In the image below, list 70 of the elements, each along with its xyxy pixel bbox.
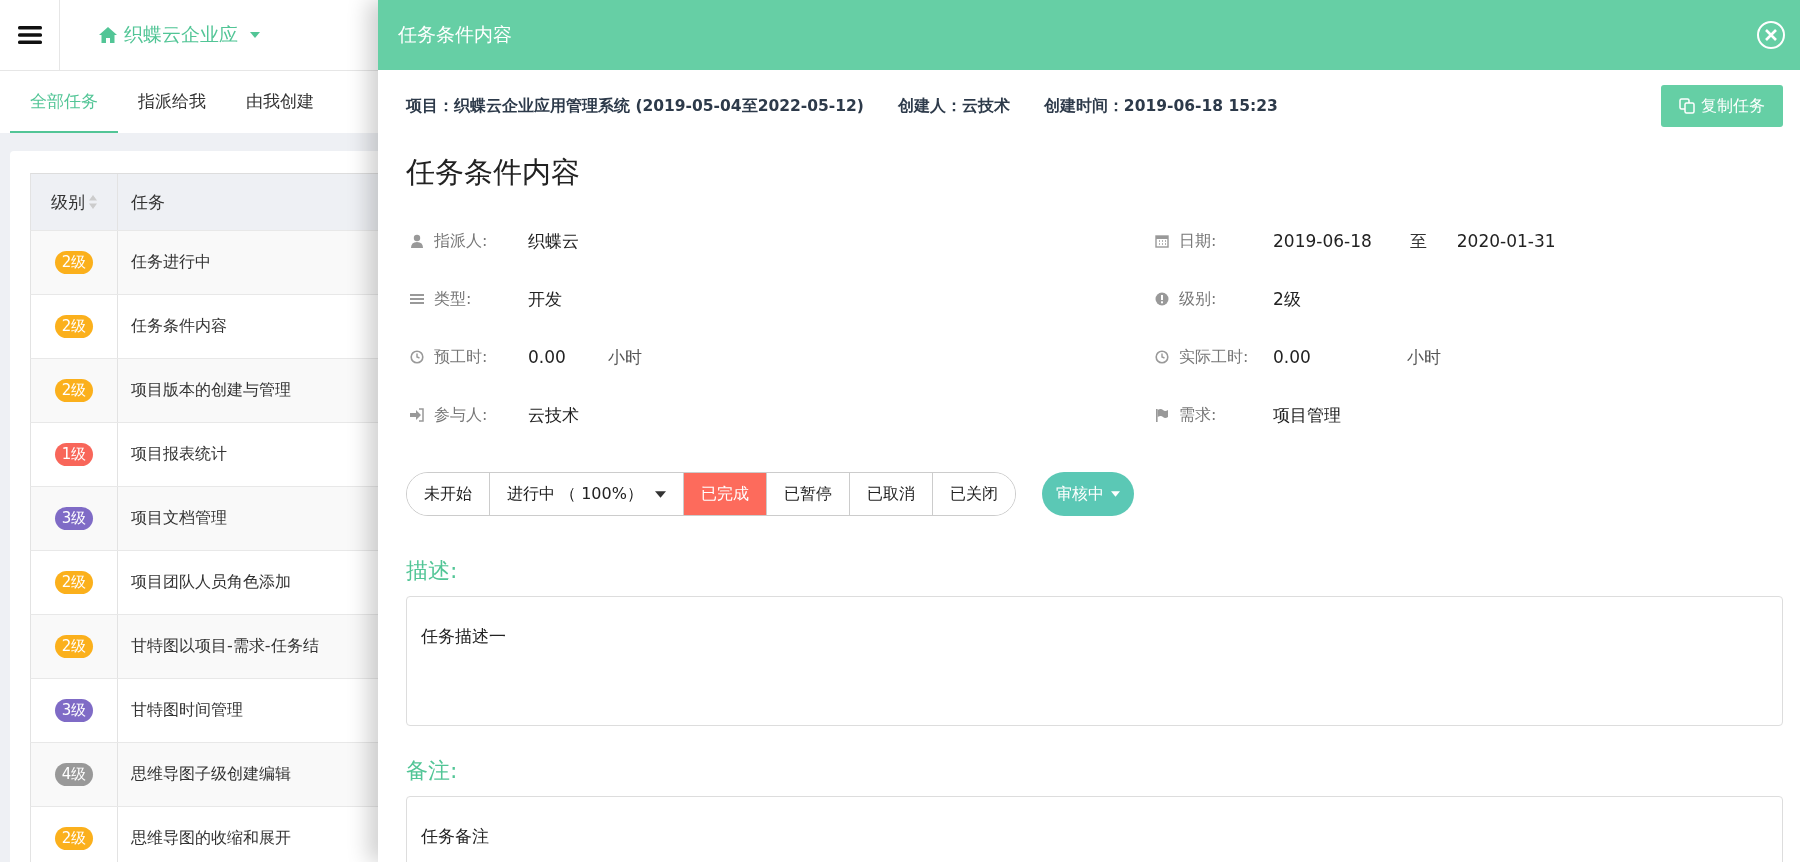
level-badge: 3级	[54, 699, 94, 722]
unit-label: 小时	[607, 345, 642, 369]
meta-text: 创建人：云技术	[897, 95, 1010, 117]
flag-icon	[1155, 408, 1169, 422]
column-header[interactable]: 级别	[51, 190, 85, 214]
field-label: 实际工时:	[1179, 346, 1250, 368]
clock-icon	[1155, 350, 1169, 364]
field-value: 织蝶云	[528, 229, 579, 253]
level-badge: 2级	[54, 379, 94, 402]
copy-icon	[1679, 98, 1695, 114]
meta-text: 项目：织蝶云企业应用管理系统 (2019-05-04至2022-05-12)	[406, 95, 864, 117]
caret-icon	[654, 490, 666, 498]
task-name[interactable]: 甘特图时间管理	[131, 700, 243, 721]
date-separator: 至	[1409, 229, 1427, 253]
field-value: 项目管理	[1273, 403, 1341, 427]
list-icon	[410, 292, 424, 306]
level-badge: 2级	[54, 315, 94, 338]
task-name[interactable]: 思维导图的收缩和展开	[131, 828, 291, 849]
tab[interactable]: 由我创建	[226, 71, 334, 133]
level-badge: 4级	[54, 763, 94, 786]
close-icon[interactable]	[1756, 20, 1786, 50]
field-value: 云技术	[528, 403, 579, 427]
field-value: 开发	[528, 287, 562, 311]
calendar-icon	[1155, 234, 1169, 248]
alert-icon	[1155, 292, 1169, 306]
column-header: 任务	[131, 190, 165, 214]
section-label: 备注:	[406, 757, 459, 785]
field-label: 预工时:	[434, 346, 489, 368]
meta-text: 创建时间：2019-06-18 15:23	[1043, 95, 1278, 117]
field-label: 级别:	[1179, 288, 1218, 310]
clock-icon	[410, 350, 424, 364]
status-button[interactable]: 未开始	[407, 473, 490, 515]
caret-icon	[250, 32, 260, 38]
sign-in-icon	[410, 408, 424, 422]
task-name[interactable]: 项目团队人员角色添加	[131, 572, 291, 593]
field-label: 参与人:	[434, 404, 489, 426]
field-value: 2019-06-18	[1273, 231, 1372, 251]
task-heading: 任务条件内容	[406, 154, 581, 191]
level-badge: 3级	[54, 507, 94, 530]
field-value: 2020-01-31	[1456, 231, 1556, 251]
section-label: 描述:	[406, 557, 459, 585]
remark-text: 任务备注	[421, 826, 489, 846]
field-value: 2级	[1273, 287, 1301, 311]
description-text: 任务描述一	[421, 626, 506, 646]
task-name[interactable]: 思维导图子级创建编辑	[131, 764, 291, 785]
sort-icon[interactable]	[89, 195, 97, 209]
task-name[interactable]: 项目报表统计	[131, 444, 227, 465]
task-name[interactable]: 任务进行中	[131, 252, 211, 273]
tab[interactable]: 指派给我	[118, 71, 226, 133]
level-badge: 2级	[54, 827, 94, 850]
field-label: 日期:	[1179, 230, 1218, 252]
drawer-title: 任务条件内容	[398, 22, 512, 47]
task-name[interactable]: 甘特图以项目-需求-任务结	[131, 636, 319, 657]
field-value: 0.00	[528, 347, 566, 367]
field-label: 类型:	[434, 288, 473, 310]
task-name[interactable]: 任务条件内容	[131, 316, 227, 337]
task-name[interactable]: 项目文档管理	[131, 508, 227, 529]
task-name[interactable]: 项目版本的创建与管理	[131, 380, 291, 401]
level-badge: 2级	[54, 635, 94, 658]
home-icon	[98, 26, 118, 44]
field-value: 0.00	[1273, 347, 1311, 367]
field-label: 需求:	[1179, 404, 1218, 426]
unit-label: 小时	[1406, 345, 1441, 369]
user-icon	[410, 234, 424, 248]
field-label: 指派人:	[434, 230, 489, 252]
menu-icon[interactable]	[17, 25, 42, 45]
level-badge: 2级	[54, 251, 94, 274]
level-badge: 2级	[54, 571, 94, 594]
level-badge: 1级	[54, 443, 94, 466]
caret-icon	[1110, 491, 1120, 497]
